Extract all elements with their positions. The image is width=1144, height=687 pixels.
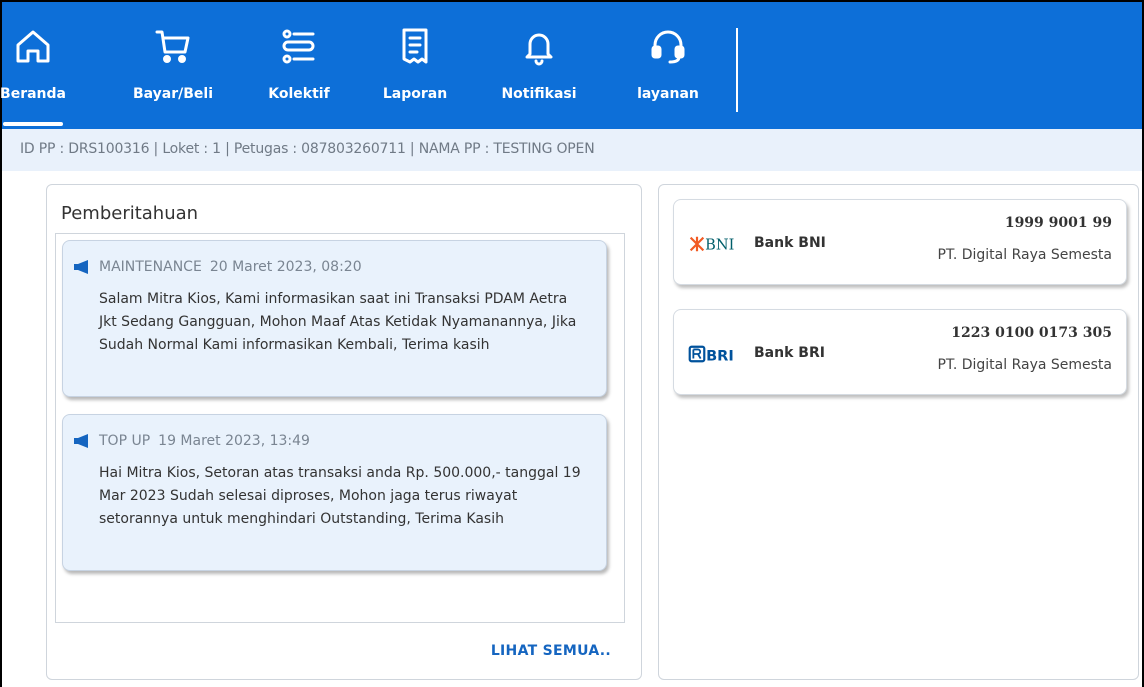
list-icon [277, 24, 321, 68]
svg-text:BNI: BNI [705, 237, 734, 253]
bell-icon [517, 24, 561, 68]
bank-card-bri[interactable]: BRI Bank BRI 1223 0100 0173 305 PT. Digi… [673, 309, 1127, 395]
nav-item-layanan[interactable]: layanan [632, 2, 704, 129]
account-number: 1223 0100 0173 305 [951, 325, 1112, 341]
announcement-category: TOP UP [99, 433, 151, 449]
announcement-card[interactable]: MAINTENANCE 20 Maret 2023, 08:20 Salam M… [62, 240, 607, 397]
see-all-link[interactable]: LIHAT SEMUA.. [491, 643, 611, 659]
announcements-list[interactable]: MAINTENANCE 20 Maret 2023, 08:20 Salam M… [55, 233, 625, 623]
account-owner: PT. Digital Raya Semesta [937, 357, 1112, 373]
announcement-datetime: 20 Maret 2023, 08:20 [209, 259, 362, 275]
nav-label-laporan: Laporan [382, 86, 448, 102]
bri-logo: BRI [688, 345, 734, 364]
nav-item-laporan[interactable]: Laporan [382, 2, 448, 129]
nav-divider [736, 28, 738, 112]
megaphone-icon [74, 434, 88, 448]
nav-label-notifikasi: Notifikasi [501, 86, 577, 102]
announcement-message: Salam Mitra Kios, Kami informasikan saat… [99, 291, 577, 353]
nav-item-bayar-beli[interactable]: Bayar/Beli [128, 2, 218, 129]
announcements-panel: Pemberitahuan MAINTENANCE 20 Maret 2023,… [46, 184, 642, 680]
cart-icon [151, 24, 195, 68]
bni-logo: BNI [689, 236, 734, 253]
nav-label-layanan: layanan [637, 86, 699, 102]
top-navbar: Beranda Bayar/Beli Kolektif Laporan Noti… [0, 2, 1142, 129]
nav-item-kolektif[interactable]: Kolektif [264, 2, 334, 129]
bank-card-bni[interactable]: BNI Bank BNI 1999 9001 99 PT. Digital Ra… [673, 199, 1127, 285]
bank-accounts-panel: BNI Bank BNI 1999 9001 99 PT. Digital Ra… [658, 184, 1139, 680]
headset-icon [646, 24, 690, 68]
agent-info-bar: ID PP : DRS100316 | Loket : 1 | Petugas … [2, 129, 1142, 171]
nav-label-kolektif: Kolektif [268, 86, 330, 102]
home-icon [11, 24, 55, 68]
agent-info-text: ID PP : DRS100316 | Loket : 1 | Petugas … [20, 141, 595, 157]
nav-label-bayar-beli: Bayar/Beli [132, 86, 214, 102]
nav-label-beranda: Beranda [0, 86, 66, 102]
nav-item-beranda[interactable]: Beranda [0, 2, 66, 129]
announcement-category: MAINTENANCE [99, 259, 202, 275]
svg-text:BRI: BRI [706, 348, 734, 364]
bank-name: Bank BNI [754, 235, 826, 251]
announcement-card[interactable]: TOP UP 19 Maret 2023, 13:49 Hai Mitra Ki… [62, 414, 607, 571]
account-number: 1999 9001 99 [1004, 215, 1112, 231]
bank-name: Bank BRI [754, 345, 825, 361]
megaphone-icon [74, 260, 88, 274]
report-icon [393, 24, 437, 68]
nav-item-notifikasi[interactable]: Notifikasi [496, 2, 582, 129]
announcement-datetime: 19 Maret 2023, 13:49 [158, 433, 310, 449]
announcement-message: Hai Mitra Kios, Setoran atas transaksi a… [99, 465, 581, 527]
active-tab-indicator [3, 122, 63, 126]
account-owner: PT. Digital Raya Semesta [937, 247, 1112, 263]
announcements-title: Pemberitahuan [61, 203, 199, 224]
